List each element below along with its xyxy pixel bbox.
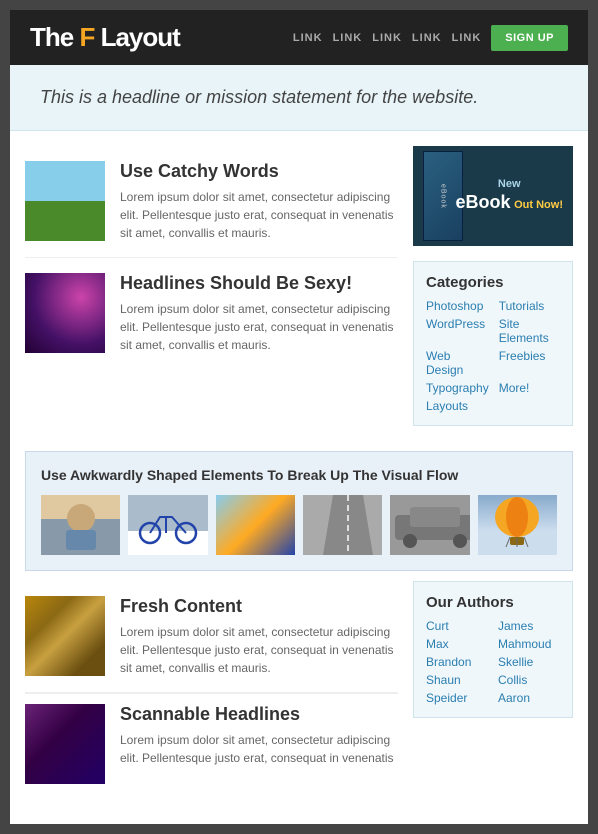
balloon-icon — [482, 495, 552, 555]
gallery-item-1[interactable] — [41, 495, 120, 555]
author-mahmoud[interactable]: Mahmoud — [498, 637, 560, 651]
gallery-item-4[interactable] — [303, 495, 382, 555]
promo-new: New — [455, 177, 563, 191]
article-title-4[interactable]: Scannable Headlines — [120, 704, 398, 725]
nav-link-2[interactable]: LINK — [333, 32, 363, 44]
promo-out-now: Out Now! — [514, 199, 563, 211]
cat-link-photoshop[interactable]: Photoshop — [426, 299, 489, 313]
nav-link-5[interactable]: LINK — [452, 32, 482, 44]
articles-list: Use Catchy Words Lorem ipsum dolor sit a… — [25, 146, 398, 441]
fresh-content-article: Fresh Content Lorem ipsum dolor sit amet… — [25, 581, 398, 693]
page-wrapper: The F Layout LINK LINK LINK LINK LINK SI… — [10, 10, 588, 824]
sidebar: eBook New eBook Out Now! Categories Phot… — [413, 146, 573, 441]
purple-thumbnail — [25, 273, 105, 353]
face-thumbnail — [41, 495, 120, 555]
article-body-4: Scannable Headlines Lorem ipsum dolor si… — [120, 704, 398, 784]
author-speider[interactable]: Speider — [426, 691, 488, 705]
author-collis[interactable]: Collis — [498, 673, 560, 687]
bike-thumbnail — [128, 495, 207, 555]
article-thumb-4 — [25, 704, 105, 784]
signup-button[interactable]: SIGN UP — [491, 25, 568, 51]
header: The F Layout LINK LINK LINK LINK LINK SI… — [10, 10, 588, 65]
logo: The F Layout — [30, 22, 180, 53]
top-content-row: Use Catchy Words Lorem ipsum dolor sit a… — [25, 146, 573, 441]
logo-the: The — [30, 22, 79, 52]
author-brandon[interactable]: Brandon — [426, 655, 488, 669]
authors-widget: Our Authors Curt James Max Mahmoud Brand… — [413, 581, 573, 718]
article-text-2: Lorem ipsum dolor sit amet, consectetur … — [120, 300, 398, 354]
gallery-item-5[interactable] — [390, 495, 469, 555]
bottom-sidebar: Our Authors Curt James Max Mahmoud Brand… — [413, 581, 573, 799]
promo-box[interactable]: eBook New eBook Out Now! — [413, 146, 573, 246]
promo-inner: eBook New eBook Out Now! — [413, 146, 573, 246]
image-gallery — [41, 495, 557, 555]
main-content: Use Catchy Words Lorem ipsum dolor sit a… — [10, 131, 588, 824]
article-text-3: Lorem ipsum dolor sit amet, consectetur … — [120, 623, 398, 677]
gallery-item-6[interactable] — [478, 495, 557, 555]
scannable-article: Scannable Headlines Lorem ipsum dolor si… — [25, 693, 398, 799]
cat-link-more[interactable]: More! — [499, 381, 560, 395]
categories-title: Categories — [426, 274, 560, 291]
article-text-4: Lorem ipsum dolor sit amet, consectetur … — [120, 731, 398, 767]
gallery-item-3[interactable] — [216, 495, 295, 555]
bike-icon — [138, 505, 198, 545]
cat-link-freebies[interactable]: Freebies — [499, 349, 560, 377]
bottom-content-row: Fresh Content Lorem ipsum dolor sit amet… — [25, 581, 573, 799]
nav-link-1[interactable]: LINK — [293, 32, 323, 44]
cat-link-tutorials[interactable]: Tutorials — [499, 299, 560, 313]
article-title-2[interactable]: Headlines Should Be Sexy! — [120, 273, 398, 294]
blue-thumbnail — [216, 495, 295, 555]
categories-links: Photoshop Tutorials WordPress Site Eleme… — [426, 299, 560, 413]
cat-link-web-design[interactable]: Web Design — [426, 349, 489, 377]
logo-layout: Layout — [94, 22, 179, 52]
article-body-3: Fresh Content Lorem ipsum dolor sit amet… — [120, 596, 398, 677]
cat-link-site-elements[interactable]: Site Elements — [499, 317, 560, 345]
cat-link-layouts[interactable]: Layouts — [426, 399, 489, 413]
authors-title: Our Authors — [426, 594, 560, 611]
article-item: Use Catchy Words Lorem ipsum dolor sit a… — [25, 146, 398, 258]
author-curt[interactable]: Curt — [426, 619, 488, 633]
cat-link-typography[interactable]: Typography — [426, 381, 489, 395]
article-body-2: Headlines Should Be Sexy! Lorem ipsum do… — [120, 273, 398, 354]
car-thumbnail — [390, 495, 469, 555]
nav-link-3[interactable]: LINK — [372, 32, 402, 44]
balloon-thumbnail — [478, 495, 557, 555]
article-text-1: Lorem ipsum dolor sit amet, consectetur … — [120, 188, 398, 242]
main-nav: LINK LINK LINK LINK LINK SIGN UP — [293, 25, 568, 51]
author-skellie[interactable]: Skellie — [498, 655, 560, 669]
hero-banner: This is a headline or mission statement … — [10, 65, 588, 131]
article-item-2: Headlines Should Be Sexy! Lorem ipsum do… — [25, 258, 398, 369]
grass-thumbnail — [25, 161, 105, 241]
wood-thumbnail — [25, 596, 105, 676]
logo-f: F — [79, 22, 94, 52]
promo-ebook: eBook — [455, 192, 510, 212]
cat-link-wordpress[interactable]: WordPress — [426, 317, 489, 345]
road-thumbnail — [303, 495, 382, 555]
author-shaun[interactable]: Shaun — [426, 673, 488, 687]
visual-flow-section: Use Awkwardly Shaped Elements To Break U… — [25, 451, 573, 571]
article-thumb-3 — [25, 596, 105, 676]
author-james[interactable]: James — [498, 619, 560, 633]
car-icon — [390, 495, 469, 555]
nav-link-4[interactable]: LINK — [412, 32, 442, 44]
bottom-articles-list: Fresh Content Lorem ipsum dolor sit amet… — [25, 581, 398, 799]
article-title-1[interactable]: Use Catchy Words — [120, 161, 398, 182]
article-thumb-2 — [25, 273, 105, 353]
authors-grid: Curt James Max Mahmoud Brandon Skellie S… — [426, 619, 560, 705]
face-icon — [61, 500, 101, 550]
author-max[interactable]: Max — [426, 637, 488, 651]
article-thumb-1 — [25, 161, 105, 241]
article-body-1: Use Catchy Words Lorem ipsum dolor sit a… — [120, 161, 398, 242]
article-title-3[interactable]: Fresh Content — [120, 596, 398, 617]
purple2-thumbnail — [25, 704, 105, 784]
hero-text: This is a headline or mission statement … — [40, 87, 558, 108]
road-icon — [303, 495, 382, 555]
categories-widget: Categories Photoshop Tutorials WordPress… — [413, 261, 573, 426]
visual-flow-title: Use Awkwardly Shaped Elements To Break U… — [41, 467, 557, 483]
gallery-item-2[interactable] — [128, 495, 207, 555]
promo-text: New eBook Out Now! — [455, 177, 563, 215]
author-aaron[interactable]: Aaron — [498, 691, 560, 705]
